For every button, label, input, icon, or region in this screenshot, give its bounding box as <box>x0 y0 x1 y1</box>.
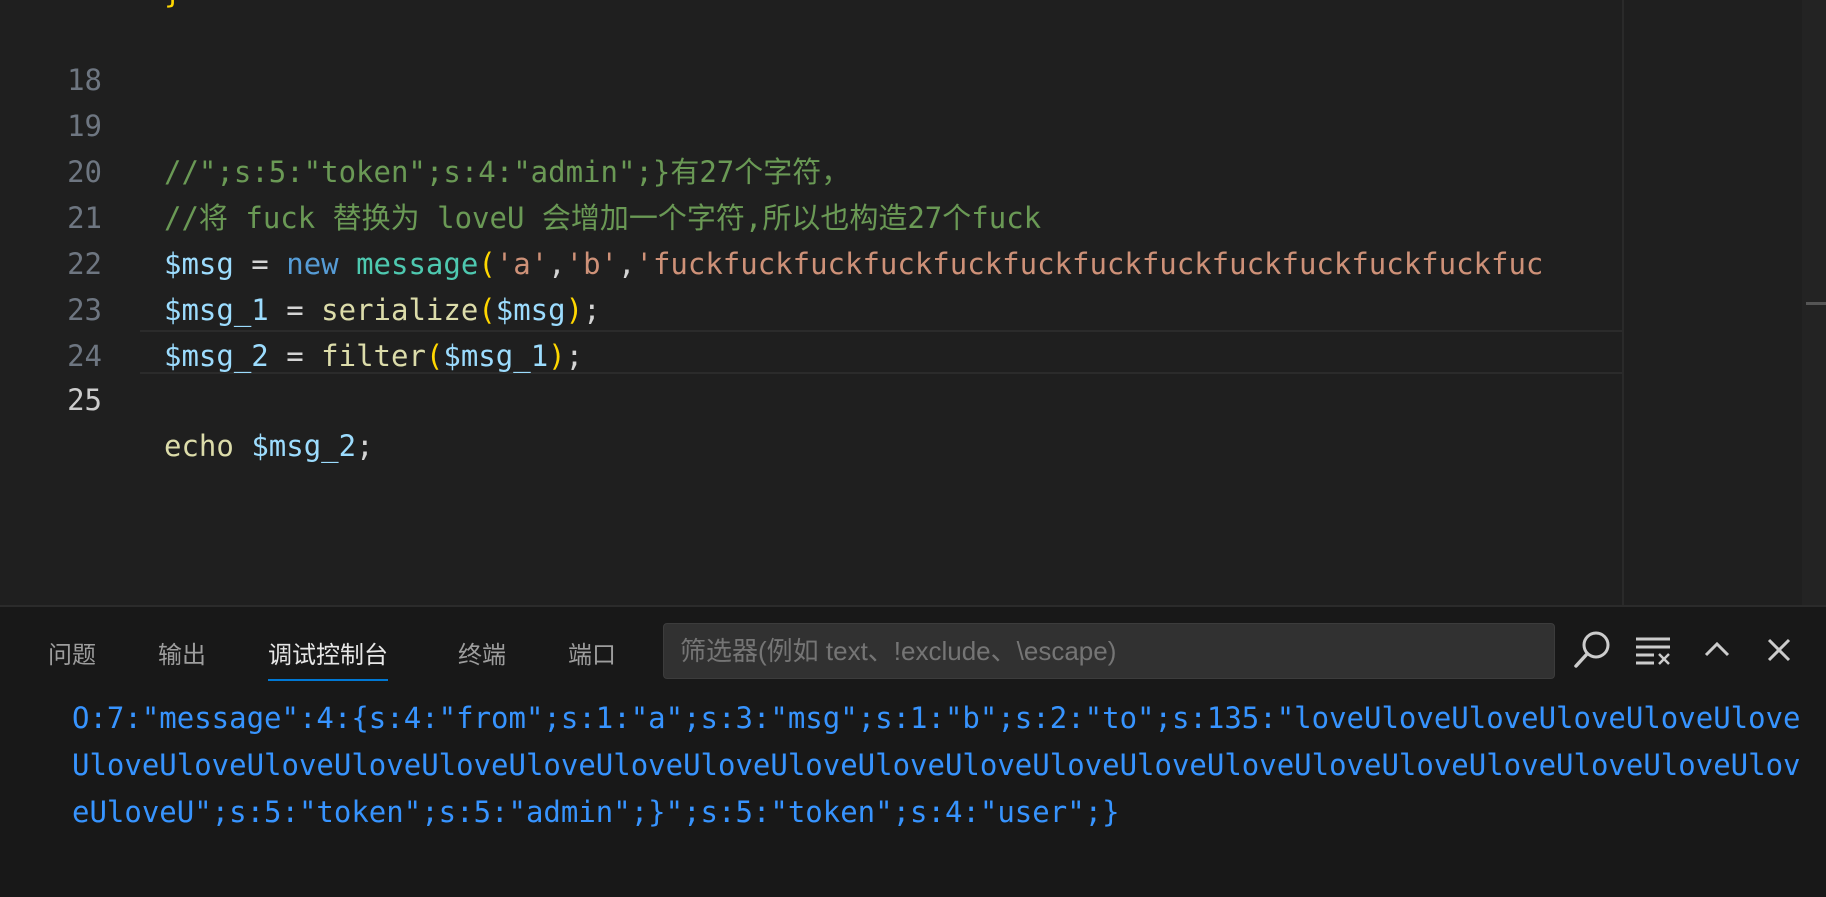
code-line[interactable]: 21 $msg = new message('a','b','fuckfuckf… <box>0 149 1622 281</box>
tab-ports[interactable]: 端口 <box>568 633 616 677</box>
tab-label: 问题 <box>48 641 96 669</box>
close-icon[interactable] <box>1754 625 1804 675</box>
line-number: 25 <box>67 383 102 417</box>
code-area[interactable]: } 18 19 //";s:5:"token";s:4:"admin";}有27… <box>0 0 1622 605</box>
code-token: $msg_2 <box>251 429 357 463</box>
code-line[interactable]: 22 $msg_1 = serialize($msg); <box>0 195 1622 327</box>
tab-label: 终端 <box>458 641 506 669</box>
clear-console-icon[interactable] <box>1628 625 1678 675</box>
code-line[interactable]: 24 <box>0 287 1622 373</box>
code-token: ; <box>356 429 374 463</box>
scrollbar-cursor-marker <box>1806 302 1826 305</box>
code-token: echo <box>164 429 234 463</box>
code-line[interactable]: 19 //";s:5:"token";s:4:"admin";}有27个字符， <box>0 57 1622 189</box>
tab-terminal[interactable]: 终端 <box>458 633 506 677</box>
chevron-up-icon[interactable] <box>1692 625 1742 675</box>
code-line[interactable]: 23 $msg_2 = filter($msg_1); <box>0 241 1622 373</box>
active-tab-indicator <box>268 679 388 681</box>
tab-label: 调试控制台 <box>268 641 388 669</box>
code-line[interactable]: 20 //将 fuck 替换为 loveU 会增加一个字符,所以也构造27个fu… <box>0 103 1622 235</box>
minimap[interactable] <box>1622 0 1826 605</box>
bottom-panel: 问题 输出 调试控制台 终端 端口 筛选器(例如 text、!exclude、\… <box>0 605 1826 897</box>
tab-debug-console[interactable]: 调试控制台 <box>268 633 388 681</box>
tab-output[interactable]: 输出 <box>158 633 206 677</box>
code-editor[interactable]: } 18 19 //";s:5:"token";s:4:"admin";}有27… <box>0 0 1826 605</box>
code-line-active[interactable]: 25 echo $msg_2; <box>0 331 1622 463</box>
tab-label: 输出 <box>158 641 206 669</box>
tab-label: 端口 <box>568 641 616 669</box>
debug-console-output: O:7:"message":4:{s:4:"from";s:1:"a";s:3:… <box>72 701 1801 829</box>
code-line[interactable]: 18 <box>0 11 1622 97</box>
tab-problems[interactable]: 问题 <box>48 633 96 677</box>
search-icon[interactable] <box>1568 625 1618 675</box>
filter-input[interactable] <box>663 623 1555 679</box>
line-text: echo $msg_2; <box>164 423 374 469</box>
